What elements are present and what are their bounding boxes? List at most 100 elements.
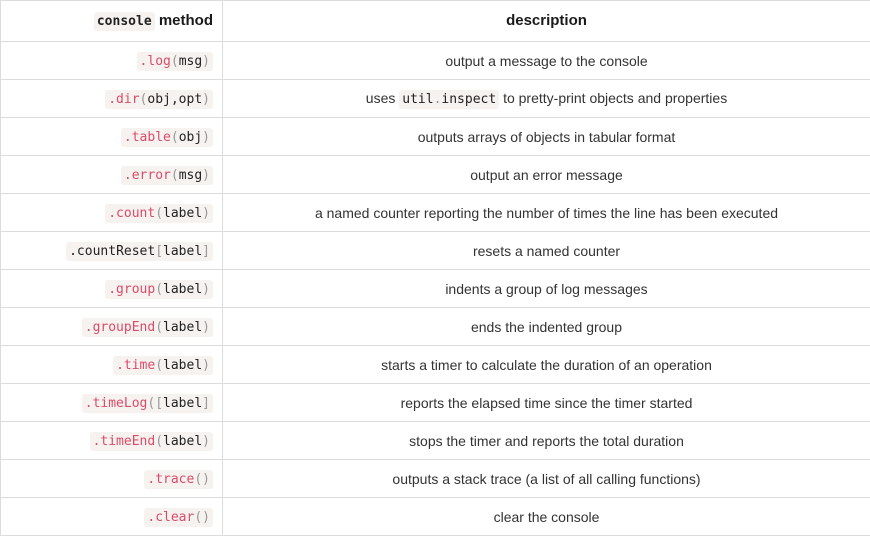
method-close: )	[202, 53, 210, 69]
method-args: label	[163, 395, 203, 411]
method-open: (	[170, 53, 179, 69]
method-cell: .clear()	[0, 497, 223, 536]
header-method: console method	[0, 0, 223, 42]
description-cell: ends the indented group	[222, 307, 870, 346]
description-cell: a named counter reporting the number of …	[222, 193, 870, 232]
method-close: )	[202, 91, 210, 107]
method-name: .clear	[147, 509, 195, 525]
method-close: ]	[202, 243, 210, 259]
method-args: label	[163, 357, 203, 373]
method-code: .groupEnd(label)	[81, 317, 213, 337]
table-header-row: console method description	[0, 0, 870, 42]
method-code: .trace()	[144, 469, 213, 489]
method-code: .time(label)	[113, 355, 213, 375]
description-cell: stops the timer and reports the total du…	[222, 421, 870, 460]
method-name: .group	[108, 281, 156, 297]
table-row: .log(msg) output a message to the consol…	[0, 41, 870, 80]
header-description: description	[222, 0, 870, 42]
method-code: .countReset[label]	[66, 241, 213, 261]
method-open: ([	[147, 395, 164, 411]
method-name: .count	[108, 205, 156, 221]
method-close: )	[202, 167, 210, 183]
description-cell: uses util.inspect to pretty-print object…	[222, 79, 870, 118]
table-row: .count(label) a named counter reporting …	[0, 193, 870, 232]
method-open: (	[155, 433, 164, 449]
method-args: label	[163, 205, 203, 221]
method-name: .log	[139, 53, 171, 69]
method-cell: .dir(obj,opt)	[0, 79, 223, 118]
method-open: (	[155, 205, 164, 221]
table-row: .dir(obj,opt) uses util.inspect to prett…	[0, 79, 870, 118]
util-code: util	[402, 91, 434, 107]
method-cell: .countReset[label]	[0, 231, 223, 270]
util-inspect-code: util.inspect	[399, 89, 500, 109]
method-name: .countReset	[69, 243, 156, 259]
description-cell: outputs a stack trace (a list of all cal…	[222, 459, 870, 498]
method-cell: .time(label)	[0, 345, 223, 384]
method-cell: .error(msg)	[0, 155, 223, 194]
method-cell: .timeLog([label]	[0, 383, 223, 422]
header-method-label: method	[154, 11, 213, 29]
method-name: .trace	[147, 471, 195, 487]
method-name: .groupEnd	[84, 319, 156, 335]
method-args: label	[163, 319, 203, 335]
method-name: .table	[123, 129, 171, 145]
description-cell: reports the elapsed time since the timer…	[222, 383, 870, 422]
description-cell: output a message to the console	[222, 41, 870, 80]
method-open: (	[155, 319, 164, 335]
method-code: .group(label)	[105, 279, 213, 299]
method-code: .timeEnd(label)	[89, 431, 213, 451]
method-open: (	[155, 357, 164, 373]
method-close: )	[202, 319, 210, 335]
table-row: .group(label) indents a group of log mes…	[0, 269, 870, 308]
table-row: .groupEnd(label) ends the indented group	[0, 307, 870, 346]
table-row: .timeEnd(label) stops the timer and repo…	[0, 421, 870, 460]
method-code: .count(label)	[105, 203, 213, 223]
method-name: .time	[116, 357, 156, 373]
method-open: (	[170, 167, 179, 183]
method-args: label	[163, 243, 203, 259]
method-name: .timeEnd	[92, 433, 156, 449]
method-args: obj	[178, 129, 203, 145]
method-cell: .table(obj)	[0, 117, 223, 156]
description-cell: outputs arrays of objects in tabular for…	[222, 117, 870, 156]
table-row: .clear() clear the console	[0, 497, 870, 536]
method-open: ()	[194, 509, 210, 525]
table-row: .trace() outputs a stack trace (a list o…	[0, 459, 870, 498]
method-args: obj,opt	[147, 91, 203, 107]
method-close: )	[202, 281, 210, 297]
method-code: .log(msg)	[136, 51, 213, 71]
method-open: (	[170, 129, 179, 145]
table-row: .countReset[label] resets a named counte…	[0, 231, 870, 270]
method-cell: .count(label)	[0, 193, 223, 232]
description-cell: starts a timer to calculate the duration…	[222, 345, 870, 384]
method-open: ()	[194, 471, 210, 487]
description-cell: output an error message	[222, 155, 870, 194]
method-cell: .trace()	[0, 459, 223, 498]
method-cell: .timeEnd(label)	[0, 421, 223, 460]
method-cell: .log(msg)	[0, 41, 223, 80]
method-close: )	[202, 433, 210, 449]
header-console-code: console	[93, 11, 155, 31]
method-args: label	[163, 281, 203, 297]
table-row: .error(msg) output an error message	[0, 155, 870, 194]
method-close: )	[202, 357, 210, 373]
method-name: .error	[123, 167, 171, 183]
method-code: .error(msg)	[120, 165, 213, 185]
description-text: to pretty-print objects and properties	[499, 89, 728, 106]
inspect-code: inspect	[441, 91, 497, 107]
console-methods-table: console method description .log(msg) out…	[0, 0, 870, 536]
method-code: .table(obj)	[120, 127, 213, 147]
method-close: ]	[202, 395, 210, 411]
description-cell: indents a group of log messages	[222, 269, 870, 308]
description-cell: resets a named counter	[222, 231, 870, 270]
method-code: .dir(obj,opt)	[105, 89, 213, 109]
method-code: .clear()	[144, 507, 213, 527]
table-row: .time(label) starts a timer to calculate…	[0, 345, 870, 384]
method-args: label	[163, 433, 203, 449]
method-open: [	[155, 243, 164, 259]
table-row: .table(obj) outputs arrays of objects in…	[0, 117, 870, 156]
description-cell: clear the console	[222, 497, 870, 536]
method-name: .dir	[108, 91, 140, 107]
method-open: (	[155, 281, 164, 297]
